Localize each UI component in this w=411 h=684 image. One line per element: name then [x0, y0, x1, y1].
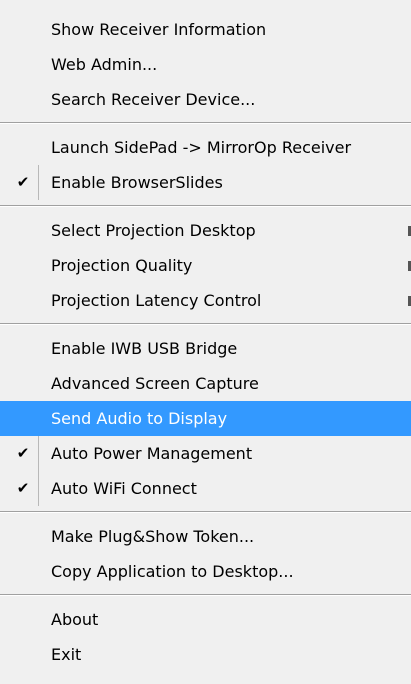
- menu-item-label: Search Receiver Device...: [51, 90, 256, 109]
- menu-item-label: Enable IWB USB Bridge: [51, 339, 238, 358]
- menu-item-label: Copy Application to Desktop...: [51, 562, 294, 581]
- menu-separator: [0, 589, 411, 602]
- menu-item-about[interactable]: About: [0, 602, 411, 637]
- menu-separator: [0, 318, 411, 331]
- menu-item-label: Web Admin...: [51, 55, 158, 74]
- menu-item-label: Advanced Screen Capture: [51, 374, 259, 393]
- menu-item-label: Projection Quality: [51, 256, 193, 275]
- menu-item-label: Make Plug&Show Token...: [51, 527, 255, 546]
- menu-item-search-receiver-device[interactable]: Search Receiver Device...: [0, 82, 411, 117]
- menu-separator: [0, 506, 411, 519]
- menu-item-label: Auto WiFi Connect: [51, 479, 197, 498]
- menu-item-label: Projection Latency Control: [51, 291, 262, 310]
- checkmark-icon: ✔: [8, 471, 39, 506]
- menu-item-exit[interactable]: Exit: [0, 637, 411, 672]
- menu-item-projection-latency-control[interactable]: Projection Latency Control: [0, 283, 411, 318]
- checkmark-icon: ✔: [8, 165, 39, 200]
- checkmark-icon: ✔: [8, 436, 39, 471]
- menu-item-web-admin[interactable]: Web Admin...: [0, 47, 411, 82]
- menu-item-label: About: [51, 610, 99, 629]
- menu-item-make-plug-show-token[interactable]: Make Plug&Show Token...: [0, 519, 411, 554]
- menu-separator: [0, 200, 411, 213]
- menu-item-show-receiver-information[interactable]: Show Receiver Information: [0, 12, 411, 47]
- menu-item-label: Show Receiver Information: [51, 20, 267, 39]
- menu-item-advanced-screen-capture[interactable]: Advanced Screen Capture: [0, 366, 411, 401]
- menu-item-send-audio-to-display[interactable]: Send Audio to Display: [0, 401, 411, 436]
- menu-item-enable-browserslides[interactable]: ✔ Enable BrowserSlides: [0, 165, 411, 200]
- menu-item-launch-sidepad[interactable]: Launch SidePad -> MirrorOp Receiver: [0, 130, 411, 165]
- menu-item-projection-quality[interactable]: Projection Quality: [0, 248, 411, 283]
- menu-item-label: Launch SidePad -> MirrorOp Receiver: [51, 138, 352, 157]
- menu-item-label: Select Projection Desktop: [51, 221, 256, 240]
- context-menu: Show Receiver Information Web Admin... S…: [0, 0, 411, 684]
- menu-item-label: Enable BrowserSlides: [51, 173, 223, 192]
- menu-item-enable-iwb-usb-bridge[interactable]: Enable IWB USB Bridge: [0, 331, 411, 366]
- menu-top-padding: [0, 0, 411, 12]
- menu-item-copy-application-to-desktop[interactable]: Copy Application to Desktop...: [0, 554, 411, 589]
- menu-item-select-projection-desktop[interactable]: Select Projection Desktop: [0, 213, 411, 248]
- menu-item-label: Send Audio to Display: [51, 409, 228, 428]
- menu-item-label: Auto Power Management: [51, 444, 253, 463]
- menu-item-auto-power-management[interactable]: ✔ Auto Power Management: [0, 436, 411, 471]
- menu-item-label: Exit: [51, 645, 82, 664]
- menu-separator: [0, 117, 411, 130]
- menu-item-auto-wifi-connect[interactable]: ✔ Auto WiFi Connect: [0, 471, 411, 506]
